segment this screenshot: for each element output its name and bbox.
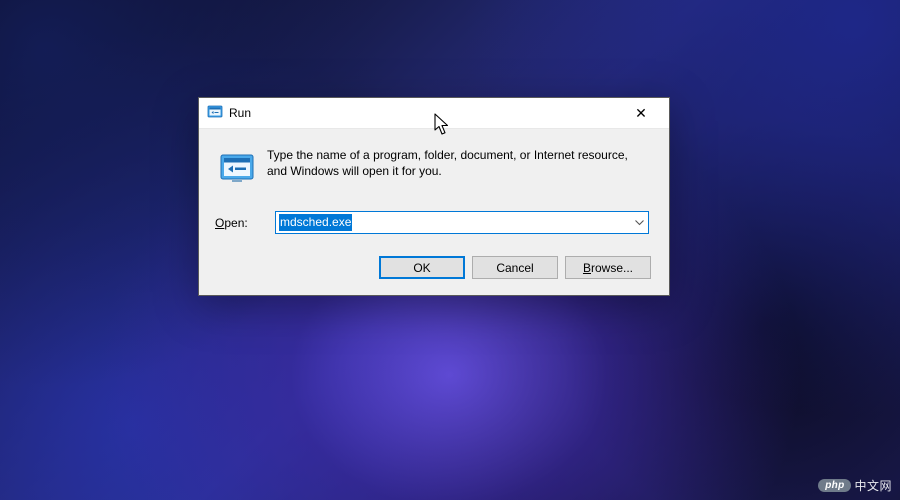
dialog-description: Type the name of a program, folder, docu… [267, 147, 649, 179]
dialog-body: Type the name of a program, folder, docu… [199, 129, 669, 295]
close-icon: ✕ [635, 105, 647, 122]
open-combobox[interactable]: mdsched.exe [275, 211, 649, 234]
run-large-icon [219, 150, 255, 189]
ok-button[interactable]: OK [379, 256, 465, 279]
close-button[interactable]: ✕ [619, 99, 663, 128]
cancel-button[interactable]: Cancel [472, 256, 558, 279]
chevron-down-icon[interactable] [630, 212, 648, 233]
titlebar[interactable]: Run ✕ [199, 98, 669, 129]
browse-button[interactable]: Browse... [565, 256, 651, 279]
run-icon [207, 104, 223, 123]
open-label: Open: [213, 216, 265, 230]
run-dialog: Run ✕ Type the name of a program, folder… [198, 97, 670, 296]
button-row: OK Cancel Browse... [213, 256, 655, 281]
open-input-value[interactable]: mdsched.exe [279, 214, 352, 231]
titlebar-title: Run [229, 106, 251, 120]
